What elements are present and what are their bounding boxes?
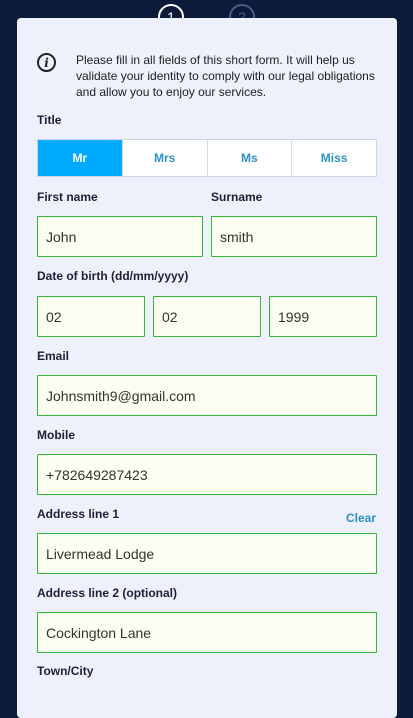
title-option-ms[interactable]: Ms (206, 140, 292, 176)
address-line-1-label: Address line 1 (37, 507, 120, 521)
address-line-2-label: Address line 2 (optional) (37, 586, 178, 600)
address-line-1-field[interactable]: Livermead Lodge (37, 533, 377, 574)
first-name-label: First name (37, 190, 98, 204)
town-city-label: Town/City (37, 664, 94, 678)
dob-month-field[interactable]: 02 (153, 296, 261, 337)
clear-address-link[interactable]: Clear (346, 511, 376, 525)
email-field[interactable]: Johnsmith9@gmail.com (37, 375, 377, 416)
surname-label: Surname (211, 190, 263, 204)
dob-label: Date of birth (dd/mm/yyyy) (37, 269, 189, 283)
mobile-label: Mobile (37, 428, 75, 442)
first-name-field[interactable]: John (37, 216, 203, 257)
dob-day-field[interactable]: 02 (37, 296, 145, 337)
info-text: Please fill in all fields of this short … (76, 53, 375, 99)
title-option-mrs[interactable]: Mrs (121, 140, 207, 176)
title-option-miss[interactable]: Miss (291, 140, 376, 176)
mobile-field[interactable]: +782649287423 (37, 454, 377, 495)
email-label: Email (37, 349, 70, 363)
title-option-mr[interactable]: Mr (38, 140, 122, 176)
address-line-2-field[interactable]: Cockington Lane (37, 612, 377, 653)
surname-field[interactable]: smith (211, 216, 377, 257)
info-icon: i (37, 53, 56, 72)
dob-year-field[interactable]: 1999 (269, 296, 377, 337)
title-label: Title (37, 113, 62, 127)
title-selector: Mr Mrs Ms Miss (37, 139, 377, 177)
form-card: i Please fill in all fields of this shor… (17, 18, 397, 718)
